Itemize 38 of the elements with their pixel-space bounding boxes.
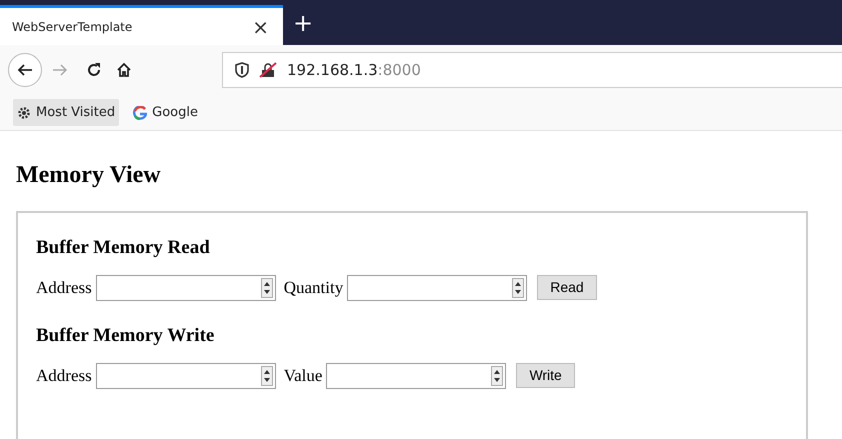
reload-button[interactable] [86, 62, 102, 78]
address-bar[interactable]: 192.168.1.3:8000 [222, 52, 842, 88]
url-text: 192.168.1.3 [287, 60, 378, 81]
spinner-icon [260, 366, 273, 386]
tab-title: WebServerTemplate [12, 18, 134, 36]
forward-button[interactable] [52, 62, 68, 78]
bookmark-item[interactable]: Google [129, 98, 202, 126]
gear-icon [17, 106, 31, 120]
field-label: Address [36, 277, 92, 300]
number-field[interactable] [96, 274, 276, 301]
back-button[interactable] [8, 53, 42, 87]
section-heading: Buffer Memory Write [36, 324, 216, 348]
field-label: Quantity [284, 277, 344, 300]
section-heading: Buffer Memory Read [36, 236, 211, 260]
insecure-lock-icon [259, 62, 277, 78]
new-tab-button[interactable]: + [283, 10, 324, 34]
number-field[interactable] [326, 362, 506, 389]
shield-icon [235, 62, 249, 78]
spinner-icon [260, 278, 273, 298]
reload-icon [86, 62, 102, 78]
browser-tab[interactable]: WebServerTemplate × [0, 5, 283, 45]
page-heading: Memory View [16, 161, 162, 190]
number-field[interactable] [96, 362, 276, 389]
bookmark-item[interactable]: Most Visited [13, 98, 120, 126]
close-button[interactable]: × [248, 16, 273, 36]
submit-button[interactable]: Read [537, 275, 597, 300]
forward-arrow-icon [52, 62, 68, 78]
spinner-icon [491, 366, 504, 386]
home-icon [116, 62, 132, 78]
field-label: Value [284, 365, 322, 388]
google-g-icon [133, 106, 148, 120]
number-field[interactable] [347, 274, 528, 301]
home-button[interactable] [116, 62, 132, 78]
submit-button[interactable]: Write [516, 363, 575, 388]
field-label: Address [36, 365, 92, 388]
spinner-icon [512, 278, 524, 298]
url-port-text: :8000 [378, 60, 421, 81]
back-arrow-icon [17, 62, 33, 78]
